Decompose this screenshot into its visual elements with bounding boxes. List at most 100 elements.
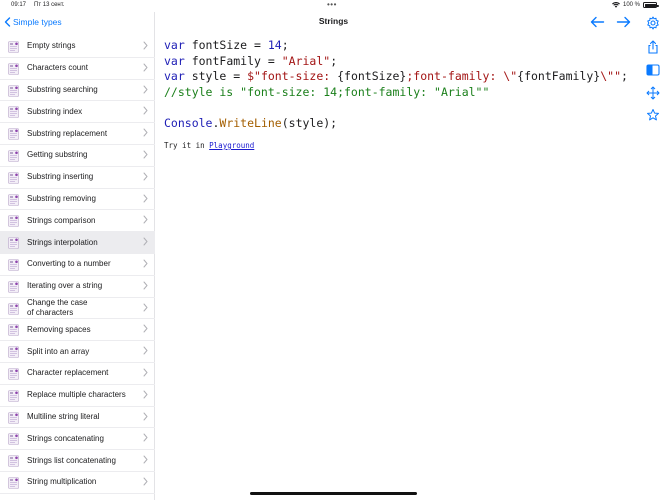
chevron-right-icon bbox=[143, 85, 148, 94]
sidebar-item-label: Replace multiple characters bbox=[27, 390, 126, 400]
sidebar-item[interactable]: Characters count bbox=[0, 58, 155, 80]
status-bar: 09:17 Пт 13 сент. ••• 100 % bbox=[0, 0, 667, 12]
sidebar-item[interactable]: Change the case of characters bbox=[0, 298, 155, 320]
multitasking-dots[interactable]: ••• bbox=[327, 0, 337, 9]
chevron-right-icon bbox=[143, 194, 148, 203]
doc-icon bbox=[8, 433, 19, 446]
chevron-right-icon bbox=[143, 433, 148, 442]
chevron-right-icon bbox=[143, 412, 148, 421]
doc-icon bbox=[8, 280, 19, 293]
sidebar-item[interactable]: Iterating over a string bbox=[0, 276, 155, 298]
sidebar-item[interactable]: Strings list concatenating bbox=[0, 450, 155, 472]
sidebar-item-label: Strings interpolation bbox=[27, 237, 98, 247]
sidebar-item-label: Character replacement bbox=[27, 368, 109, 378]
move-arrows-icon[interactable] bbox=[646, 86, 660, 100]
sidebar: Simple types Empty strings Characters cou… bbox=[0, 12, 155, 500]
try-it-prefix: Try it in bbox=[164, 141, 210, 150]
sidebar-item-label: Substring inserting bbox=[27, 172, 94, 182]
sidebar-item[interactable]: Strings comparison bbox=[0, 210, 155, 233]
sidebar-item-label: Substring index bbox=[27, 106, 83, 116]
chevron-right-icon bbox=[143, 303, 148, 312]
home-indicator[interactable] bbox=[250, 492, 417, 495]
sidebar-item[interactable]: Converting to a number bbox=[0, 254, 155, 276]
chevron-left-icon bbox=[4, 17, 11, 27]
sidebar-item[interactable]: Substring index bbox=[0, 101, 155, 124]
doc-icon bbox=[8, 150, 19, 162]
doc-icon bbox=[8, 62, 19, 75]
sidebar-item-label: Removing spaces bbox=[27, 324, 91, 334]
page-title: Strings bbox=[318, 16, 349, 26]
sidebar-item-label: Strings list concatenating bbox=[27, 455, 116, 465]
chevron-right-icon bbox=[143, 106, 148, 115]
doc-icon bbox=[8, 215, 19, 228]
chevron-right-icon bbox=[143, 63, 148, 72]
doc-icon bbox=[8, 237, 19, 249]
doc-icon bbox=[8, 324, 19, 337]
chevron-right-icon bbox=[143, 477, 148, 486]
sidebar-item-label: Iterating over a string bbox=[27, 281, 103, 291]
code-line-3: var style = $"font-size: {fontSize};font… bbox=[164, 69, 628, 83]
sidebar-item[interactable]: String multiplication bbox=[0, 472, 155, 494]
doc-icon bbox=[8, 455, 19, 467]
sidebar-item-label: Empty strings bbox=[27, 41, 76, 51]
chevron-right-icon bbox=[143, 324, 148, 333]
sidebar-item-label: Converting to a number bbox=[27, 259, 111, 269]
doc-icon bbox=[8, 411, 19, 424]
sidebar-item-label: Characters count bbox=[27, 63, 88, 73]
doc-icon bbox=[8, 259, 19, 271]
code-block: var fontSize = 14; var fontFamily = "Ari… bbox=[164, 38, 628, 131]
sidebar-item[interactable]: Empty strings bbox=[0, 36, 155, 58]
sidebar-item-label: Multiline string literal bbox=[27, 411, 100, 421]
chevron-right-icon bbox=[143, 237, 148, 246]
sidebar-header: Simple types bbox=[0, 12, 154, 34]
sidebar-item-label: Substring replacement bbox=[27, 128, 108, 138]
sidebar-item[interactable]: Strings concatenating bbox=[0, 428, 155, 451]
back-button[interactable]: Simple types bbox=[4, 17, 62, 27]
sidebar-item-label: String multiplication bbox=[27, 477, 97, 487]
sidebar-item-label: Getting substring bbox=[27, 150, 88, 160]
sidebar-item[interactable]: Substring inserting bbox=[0, 167, 155, 189]
star-icon[interactable] bbox=[646, 108, 660, 122]
chevron-right-icon bbox=[143, 390, 148, 399]
sidebar-item[interactable]: Substring searching bbox=[0, 80, 155, 102]
sidebar-item[interactable]: Removing spaces bbox=[0, 319, 155, 342]
sidebar-item-label: Substring removing bbox=[27, 193, 96, 203]
sidebar-list: Empty strings Characters count Substring s… bbox=[0, 36, 155, 494]
chevron-right-icon bbox=[143, 455, 148, 464]
chevron-right-icon bbox=[143, 128, 148, 137]
gear-icon[interactable] bbox=[646, 16, 660, 30]
status-date: Пт 13 сент. bbox=[34, 2, 65, 8]
status-right: 100 % bbox=[611, 2, 659, 8]
sidebar-item[interactable]: Replace multiple characters bbox=[0, 385, 155, 407]
code-line-2: var fontFamily = "Arial"; bbox=[164, 53, 338, 68]
sidebar-item-label: Change the case of characters bbox=[27, 297, 88, 317]
chevron-right-icon bbox=[143, 259, 148, 268]
sidebar-item[interactable]: Getting substring bbox=[0, 145, 155, 167]
doc-icon bbox=[8, 41, 19, 53]
playground-link[interactable]: Playground bbox=[209, 141, 254, 150]
status-time: 09:17 bbox=[11, 2, 27, 8]
sidebar-icon[interactable] bbox=[646, 63, 660, 77]
sidebar-item[interactable]: Substring removing bbox=[0, 189, 155, 211]
code-line-4: //style is "font-size: 14;font-family: "… bbox=[164, 84, 490, 99]
doc-icon bbox=[8, 389, 19, 402]
sidebar-item[interactable]: Character replacement bbox=[0, 363, 155, 385]
code-line-6: Console.WriteLine(style); bbox=[164, 115, 338, 130]
sidebar-item-label: Substring searching bbox=[27, 84, 98, 94]
doc-icon bbox=[8, 346, 19, 358]
sidebar-item-label: Strings comparison bbox=[27, 215, 96, 225]
share-icon[interactable] bbox=[646, 40, 660, 54]
sidebar-item[interactable]: Multiline string literal bbox=[0, 407, 155, 429]
chevron-right-icon bbox=[143, 150, 148, 159]
doc-icon bbox=[8, 368, 19, 380]
chevron-right-icon bbox=[143, 172, 148, 181]
chevron-right-icon bbox=[143, 41, 148, 50]
sidebar-item[interactable]: Strings interpolation bbox=[0, 232, 155, 254]
arrow-right-icon[interactable] bbox=[616, 15, 632, 29]
arrow-left-icon[interactable] bbox=[589, 15, 605, 29]
doc-icon bbox=[8, 193, 19, 206]
sidebar-item[interactable]: Split into an array bbox=[0, 341, 155, 363]
chevron-right-icon bbox=[143, 281, 148, 290]
code-line-1: var fontSize = 14; bbox=[164, 38, 289, 52]
sidebar-item[interactable]: Substring replacement bbox=[0, 123, 155, 145]
